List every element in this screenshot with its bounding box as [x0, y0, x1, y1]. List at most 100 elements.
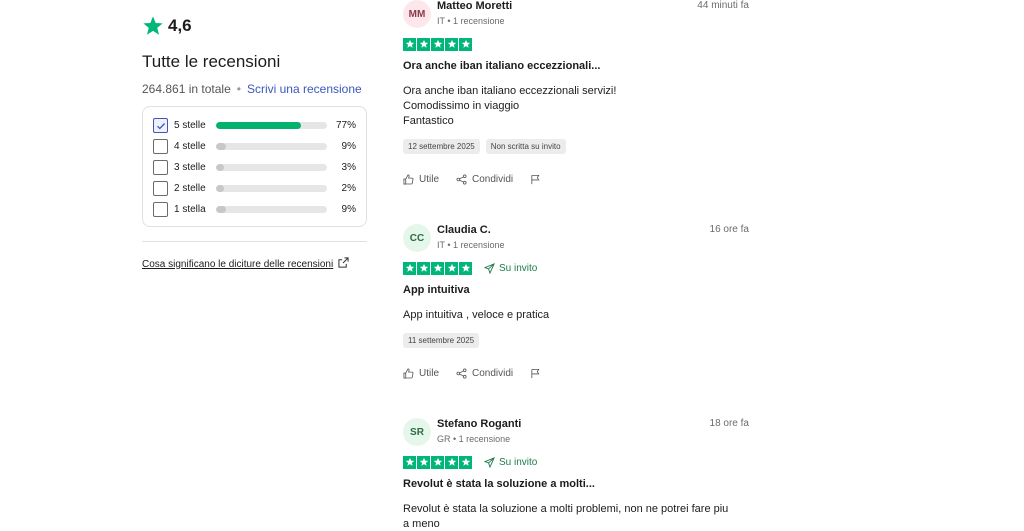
filter-label: 4 stelle — [174, 141, 206, 152]
review-labels-info-link[interactable]: Cosa significano le diciture delle recen… — [142, 257, 367, 271]
separator-dot: • — [236, 82, 241, 96]
filter-checkbox[interactable] — [153, 181, 168, 196]
star-filter-row[interactable]: 1 stella 9% — [153, 199, 356, 220]
filter-percent: 3% — [341, 162, 356, 173]
share-label: Condividi — [472, 368, 514, 379]
useful-label: Utile — [419, 368, 440, 379]
review-header: CC Claudia C. IT • 1 recensione 16 ore fa — [403, 224, 749, 252]
share-label: Condividi — [472, 174, 514, 185]
filter-bar-fill — [216, 143, 226, 150]
review-tag: 11 settembre 2025 — [403, 333, 480, 348]
filter-percent: 77% — [335, 120, 356, 131]
star-icon — [403, 37, 416, 51]
star-icon — [142, 15, 164, 37]
review-tag: Non scritta su invito — [485, 139, 566, 154]
avatar[interactable]: SR — [403, 418, 431, 446]
useful-button[interactable]: Utile — [403, 174, 439, 185]
reviewer-meta: IT • 1 recensione — [437, 240, 505, 250]
review-body-line: Revolut è stata la soluzione a molti pro… — [403, 503, 729, 515]
star-filter-row[interactable]: 2 stelle 2% — [153, 178, 356, 199]
star-filter-row[interactable]: 5 stelle 77% — [153, 115, 356, 136]
filter-bar-fill — [216, 185, 224, 192]
review-body: App intuitiva , veloce e pratica — [403, 308, 749, 323]
divider — [142, 241, 367, 242]
totals-line: 264.861 in totale • Scrivi una recension… — [142, 82, 367, 96]
star-rating — [403, 261, 472, 275]
share-icon — [456, 174, 467, 185]
share-button[interactable]: Condividi — [456, 368, 513, 379]
review-actions: Utile Condividi — [403, 174, 749, 185]
filter-percent: 2% — [341, 183, 356, 194]
review-time: 18 ore fa — [709, 418, 749, 429]
invited-badge: Su invito — [484, 457, 537, 468]
star-icon — [459, 261, 472, 275]
filter-label: 2 stelle — [174, 183, 206, 194]
report-button[interactable] — [530, 174, 541, 185]
write-review-link[interactable]: Scrivi una recensione — [247, 82, 362, 96]
invited-badge: Su invito — [484, 263, 537, 274]
review-header: SR Stefano Roganti GR • 1 recensione 18 ore… — [403, 418, 749, 446]
review-tag: 12 settembre 2025 — [403, 139, 480, 154]
flag-icon — [531, 174, 540, 185]
reviewer-info: Claudia C. IT • 1 recensione — [437, 224, 505, 250]
star-rating — [403, 455, 472, 469]
flag-icon — [531, 368, 540, 379]
filter-bar — [216, 206, 327, 213]
star-rating — [403, 37, 472, 51]
avatar[interactable]: MM — [403, 0, 431, 28]
filter-checkbox[interactable] — [153, 139, 168, 154]
review-body-line: App intuitiva , veloce e pratica — [403, 309, 550, 321]
reviewer-name[interactable]: Matteo Moretti — [437, 0, 512, 12]
filter-checkbox[interactable] — [153, 160, 168, 175]
reviewer-name[interactable]: Claudia C. — [437, 224, 505, 236]
reviewer-info: Stefano Roganti GR • 1 recensione — [437, 418, 521, 444]
filter-bar — [216, 185, 327, 192]
send-icon — [484, 456, 495, 468]
filter-label: 5 stelle — [174, 120, 206, 131]
star-icon — [431, 37, 444, 51]
review-body: Revolut è stata la soluzione a molti pro… — [403, 502, 749, 531]
thumbs-up-icon — [403, 368, 414, 379]
star-icon — [459, 37, 472, 51]
filter-checkbox[interactable] — [153, 118, 168, 133]
avatar[interactable]: CC — [403, 224, 431, 252]
invited-label: Su invito — [499, 262, 538, 274]
invited-label: Su invito — [499, 456, 538, 468]
review-body-line: a meno — [403, 518, 440, 530]
review-body-line: Ora anche iban italiano eccezzionali ser… — [403, 85, 617, 97]
review-card: MM Matteo Moretti IT • 1 recensione 44 minu… — [403, 0, 749, 185]
reviewer-name[interactable]: Stefano Roganti — [437, 418, 521, 430]
star-icon — [431, 455, 444, 469]
reviewer-info: Matteo Moretti IT • 1 recensione — [437, 0, 512, 26]
filter-checkbox[interactable] — [153, 202, 168, 217]
filter-bar-fill — [216, 164, 224, 171]
review-title[interactable]: App intuitiva — [403, 284, 749, 296]
star-icon — [417, 455, 430, 469]
report-button[interactable] — [530, 368, 541, 379]
filter-bar-fill — [216, 206, 226, 213]
overall-rating: 4,6 — [142, 14, 367, 38]
filter-bar — [216, 164, 327, 171]
star-filter-row[interactable]: 4 stelle 9% — [153, 136, 356, 157]
star-icon — [459, 455, 472, 469]
star-icon — [417, 37, 430, 51]
review-body-line: Fantastico — [403, 115, 454, 127]
star-icon — [417, 261, 430, 275]
section-title: Tutte le recensioni — [142, 52, 281, 71]
review-title[interactable]: Ora anche iban italiano eccezzionali... — [403, 60, 749, 72]
useful-button[interactable]: Utile — [403, 368, 439, 379]
review-body: Ora anche iban italiano eccezzionali ser… — [403, 84, 749, 129]
star-filter-row[interactable]: 3 stelle 3% — [153, 157, 356, 178]
review-actions: Utile Condividi — [403, 368, 749, 379]
star-filter-box: 5 stelle 77% 4 stelle 9% 3 stelle 3% 2 stelle 2… — [142, 106, 367, 227]
review-time: 16 ore fa — [709, 224, 749, 235]
review-rating — [403, 37, 749, 51]
filter-label: 3 stelle — [174, 162, 206, 173]
review-header: MM Matteo Moretti IT • 1 recensione 44 minu… — [403, 0, 749, 28]
share-button[interactable]: Condividi — [456, 174, 513, 185]
review-card: CC Claudia C. IT • 1 recensione 16 ore fa Su… — [403, 224, 749, 379]
review-rating: Su invito — [403, 261, 749, 275]
review-rating: Su invito — [403, 455, 749, 469]
review-body-line: Comodissimo in viaggio — [403, 100, 520, 112]
review-title[interactable]: Revolut è stata la soluzione a molti... — [403, 478, 749, 490]
